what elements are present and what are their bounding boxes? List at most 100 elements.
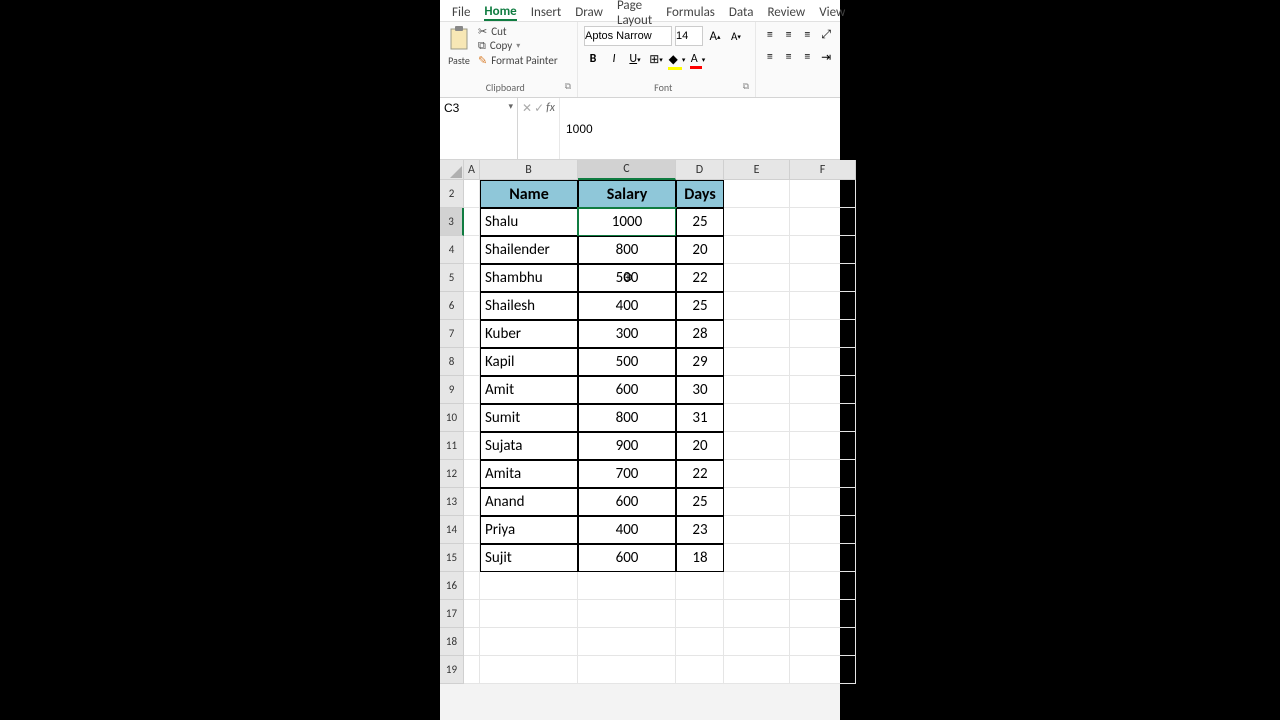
cell-F10[interactable] bbox=[790, 404, 856, 432]
cell-B13[interactable]: Anand bbox=[480, 488, 578, 516]
cell-B7[interactable]: Kuber bbox=[480, 320, 578, 348]
name-box-input[interactable] bbox=[444, 101, 492, 115]
cell-A17[interactable] bbox=[464, 600, 480, 628]
tab-data[interactable]: Data bbox=[729, 5, 754, 20]
cell-E13[interactable] bbox=[724, 488, 790, 516]
cell-A14[interactable] bbox=[464, 516, 480, 544]
font-color-button[interactable]: A▾ bbox=[689, 50, 707, 68]
cell-E8[interactable] bbox=[724, 348, 790, 376]
cell-B17[interactable] bbox=[480, 600, 578, 628]
cell-C8[interactable]: 500 bbox=[578, 348, 676, 376]
row-header-15[interactable]: 15 bbox=[440, 544, 464, 572]
align-top-button[interactable]: ≡ bbox=[762, 26, 778, 44]
cell-D6[interactable]: 25 bbox=[676, 292, 724, 320]
fill-color-button[interactable]: ◆▾ bbox=[668, 50, 686, 68]
cell-C3[interactable]: 1000 bbox=[578, 208, 676, 236]
col-header-C[interactable]: C bbox=[578, 160, 676, 180]
cell-F14[interactable] bbox=[790, 516, 856, 544]
cell-E3[interactable] bbox=[724, 208, 790, 236]
cell-C17[interactable] bbox=[578, 600, 676, 628]
cell-C12[interactable]: 700 bbox=[578, 460, 676, 488]
cell-D12[interactable]: 22 bbox=[676, 460, 724, 488]
row-header-8[interactable]: 8 bbox=[440, 348, 464, 376]
cell-A13[interactable] bbox=[464, 488, 480, 516]
cell-D19[interactable] bbox=[676, 656, 724, 684]
formula-input[interactable] bbox=[560, 98, 840, 159]
border-button[interactable]: ⊞▾ bbox=[647, 50, 665, 68]
cell-C14[interactable]: 400 bbox=[578, 516, 676, 544]
col-header-E[interactable]: E bbox=[724, 160, 790, 180]
cell-B16[interactable] bbox=[480, 572, 578, 600]
cell-E19[interactable] bbox=[724, 656, 790, 684]
cell-E7[interactable] bbox=[724, 320, 790, 348]
cell-F11[interactable] bbox=[790, 432, 856, 460]
cell-F15[interactable] bbox=[790, 544, 856, 572]
cell-A10[interactable] bbox=[464, 404, 480, 432]
cell-D17[interactable] bbox=[676, 600, 724, 628]
tab-formulas[interactable]: Formulas bbox=[666, 5, 715, 20]
format-painter-button[interactable]: ✎Format Painter bbox=[474, 54, 562, 67]
cell-A2[interactable] bbox=[464, 180, 480, 208]
cell-C4[interactable]: 800 bbox=[578, 236, 676, 264]
cell-C18[interactable] bbox=[578, 628, 676, 656]
cell-E11[interactable] bbox=[724, 432, 790, 460]
cell-D5[interactable]: 22 bbox=[676, 264, 724, 292]
cell-F17[interactable] bbox=[790, 600, 856, 628]
cell-C9[interactable]: 600 bbox=[578, 376, 676, 404]
cell-C7[interactable]: 300 bbox=[578, 320, 676, 348]
row-header-10[interactable]: 10 bbox=[440, 404, 464, 432]
cell-A9[interactable] bbox=[464, 376, 480, 404]
cell-A6[interactable] bbox=[464, 292, 480, 320]
tab-insert[interactable]: Insert bbox=[531, 5, 562, 20]
cell-B10[interactable]: Sumit bbox=[480, 404, 578, 432]
row-header-19[interactable]: 19 bbox=[440, 656, 464, 684]
cell-E10[interactable] bbox=[724, 404, 790, 432]
cell-D18[interactable] bbox=[676, 628, 724, 656]
cell-B11[interactable]: Sujata bbox=[480, 432, 578, 460]
row-header-11[interactable]: 11 bbox=[440, 432, 464, 460]
row-header-2[interactable]: 2 bbox=[440, 180, 464, 208]
cell-A8[interactable] bbox=[464, 348, 480, 376]
row-header-18[interactable]: 18 bbox=[440, 628, 464, 656]
row-header-13[interactable]: 13 bbox=[440, 488, 464, 516]
align-left-button[interactable]: ≡ bbox=[762, 48, 778, 66]
row-header-4[interactable]: 4 bbox=[440, 236, 464, 264]
paste-button[interactable]: Paste bbox=[446, 24, 472, 67]
align-middle-button[interactable]: ≡ bbox=[781, 26, 797, 44]
cell-C10[interactable]: 800 bbox=[578, 404, 676, 432]
align-right-button[interactable]: ≡ bbox=[800, 48, 816, 66]
bold-button[interactable]: B bbox=[584, 50, 602, 68]
cell-E9[interactable] bbox=[724, 376, 790, 404]
orientation-button[interactable]: ⤢ bbox=[818, 26, 834, 44]
cell-D4[interactable]: 20 bbox=[676, 236, 724, 264]
cell-D15[interactable]: 18 bbox=[676, 544, 724, 572]
cell-E4[interactable] bbox=[724, 236, 790, 264]
cell-D16[interactable] bbox=[676, 572, 724, 600]
row-header-6[interactable]: 6 bbox=[440, 292, 464, 320]
cell-D8[interactable]: 29 bbox=[676, 348, 724, 376]
cell-C11[interactable]: 900 bbox=[578, 432, 676, 460]
cell-A11[interactable] bbox=[464, 432, 480, 460]
cell-F18[interactable] bbox=[790, 628, 856, 656]
cell-E17[interactable] bbox=[724, 600, 790, 628]
cell-C6[interactable]: 400 bbox=[578, 292, 676, 320]
cell-D9[interactable]: 30 bbox=[676, 376, 724, 404]
cell-A16[interactable] bbox=[464, 572, 480, 600]
cell-E18[interactable] bbox=[724, 628, 790, 656]
tab-draw[interactable]: Draw bbox=[575, 5, 603, 20]
decrease-font-button[interactable]: A▾ bbox=[727, 27, 745, 45]
cell-E5[interactable] bbox=[724, 264, 790, 292]
font-size-combo[interactable] bbox=[675, 26, 703, 46]
align-bottom-button[interactable]: ≡ bbox=[800, 26, 816, 44]
row-header-14[interactable]: 14 bbox=[440, 516, 464, 544]
cell-A15[interactable] bbox=[464, 544, 480, 572]
cell-A7[interactable] bbox=[464, 320, 480, 348]
cell-A4[interactable] bbox=[464, 236, 480, 264]
row-header-12[interactable]: 12 bbox=[440, 460, 464, 488]
cell-F16[interactable] bbox=[790, 572, 856, 600]
cell-A18[interactable] bbox=[464, 628, 480, 656]
row-header-17[interactable]: 17 bbox=[440, 600, 464, 628]
cell-B18[interactable] bbox=[480, 628, 578, 656]
tab-view[interactable]: View bbox=[819, 5, 845, 20]
tab-home[interactable]: Home bbox=[484, 4, 516, 21]
